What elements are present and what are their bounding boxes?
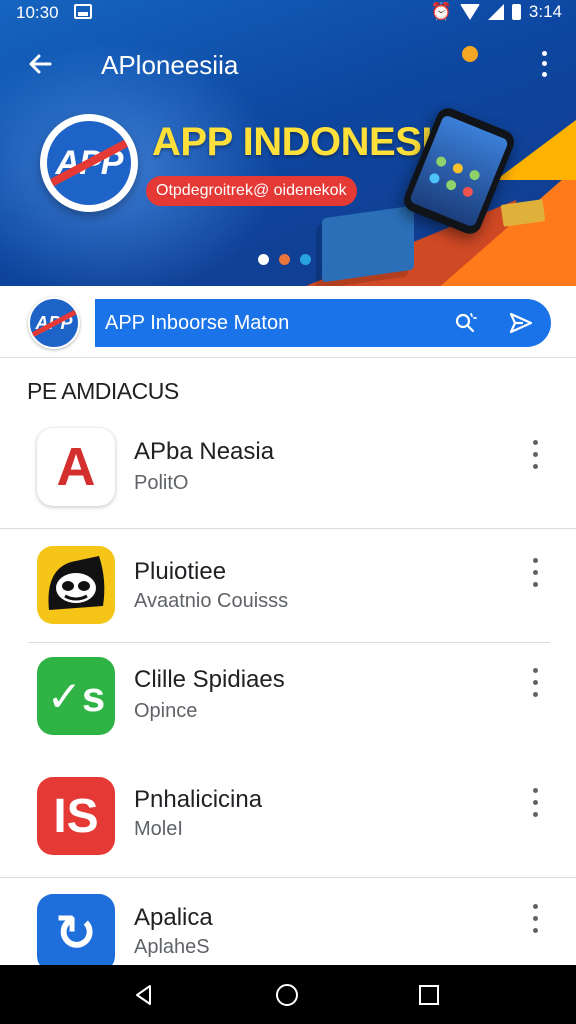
battery-icon	[511, 4, 521, 20]
app-name: Pluiotiee	[134, 558, 227, 585]
green-check-app-icon: ✓s	[37, 657, 115, 735]
more-vert-icon[interactable]	[522, 436, 548, 472]
banner-block	[322, 205, 414, 283]
carousel-dot[interactable]	[300, 254, 311, 265]
banner-headline: APP INDONESIA	[152, 120, 461, 164]
app-subtitle: AplaheS	[134, 936, 210, 958]
app-subtitle: Opince	[134, 700, 198, 722]
app-name: APba Neasia	[134, 438, 275, 465]
app-name: Apalica	[134, 904, 213, 931]
more-vert-icon[interactable]	[522, 664, 548, 700]
app-list-item[interactable]: A APba Neasia PolitO	[0, 412, 576, 524]
divider	[0, 877, 576, 878]
search-input[interactable]	[95, 299, 435, 347]
status-time-right: 3:14	[528, 2, 562, 21]
search-bar[interactable]	[95, 299, 551, 347]
app-subtitle: MoleI	[134, 818, 183, 840]
home-circle-icon[interactable]	[267, 975, 307, 1015]
hero-banner[interactable]: 10:30 ⏰ 3:14 APloneesiia APP APP INDONES…	[0, 0, 576, 286]
app-logo: APP	[40, 114, 138, 212]
signal-icon	[487, 4, 504, 20]
app-subtitle: Avaatnio Couisss	[134, 590, 289, 612]
app-list-item[interactable]: IS Pnhalicicina MoleI	[0, 762, 576, 874]
back-triangle-icon[interactable]	[124, 975, 164, 1015]
carousel-dot[interactable]	[258, 254, 269, 265]
status-time-left: 10:30	[16, 3, 59, 22]
send-icon[interactable]	[507, 309, 535, 337]
app-name: Clille Spidiaes	[134, 666, 285, 693]
alarm-icon: ⏰	[430, 2, 452, 21]
more-vert-icon[interactable]	[534, 48, 554, 80]
app-list-item[interactable]: ✓s Clille Spidiaes Opince	[0, 642, 576, 754]
wifi-icon	[459, 4, 480, 20]
more-vert-icon[interactable]	[522, 900, 548, 936]
mask-face-app-icon	[37, 546, 115, 624]
refresh-app-icon: ↻	[37, 894, 115, 972]
more-vert-icon[interactable]	[522, 784, 548, 820]
carousel-dot[interactable]	[279, 254, 290, 265]
app-list-item[interactable]: Pluiotiee Avaatnio Couisss	[0, 530, 576, 642]
more-vert-icon[interactable]	[522, 554, 548, 590]
page-title: APloneesiia	[101, 50, 239, 80]
divider	[0, 528, 576, 529]
back-button[interactable]	[18, 44, 62, 84]
arrow-left-icon	[29, 54, 52, 74]
app-logo-small[interactable]: APP	[28, 297, 80, 349]
app-name: Pnhalicicina	[134, 786, 263, 813]
section-title: PE AMDIACUS	[27, 378, 179, 404]
system-nav-bar	[0, 965, 576, 1024]
search-row: APP	[0, 286, 576, 358]
image-icon	[74, 4, 92, 19]
app-subtitle: PolitO	[134, 472, 189, 494]
carousel-indicator[interactable]	[258, 254, 311, 265]
letter-a-app-icon: A	[37, 428, 115, 506]
top-app-bar: APloneesiia	[0, 38, 576, 90]
recents-square-icon[interactable]	[409, 975, 449, 1015]
is-letters-app-icon: IS	[37, 777, 115, 855]
status-bar: 10:30 ⏰ 3:14	[0, 0, 576, 26]
banner-tagline: Otpdegroitrek@ oidenekok	[146, 176, 357, 206]
voice-search-icon[interactable]	[451, 309, 479, 337]
